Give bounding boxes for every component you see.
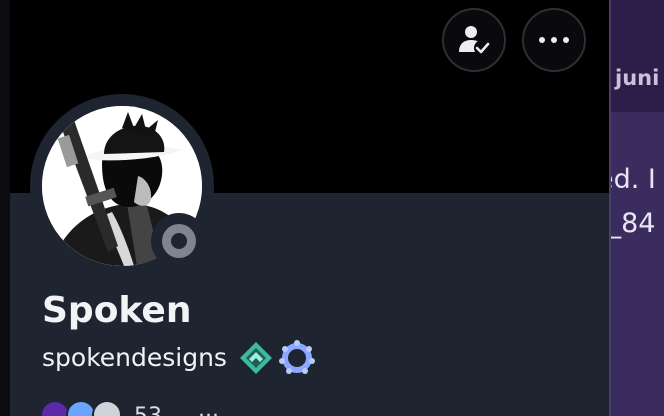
- quest-badge-icon[interactable]: [238, 340, 274, 376]
- background-chat-panel: juni 2 ed. I t_84: [597, 0, 664, 416]
- date-divider: [611, 0, 664, 112]
- friend-check-icon: [459, 26, 490, 56]
- date-label: juni 2: [615, 66, 664, 90]
- friend-status-button[interactable]: [442, 8, 506, 72]
- left-sidebar-edge: [0, 0, 10, 416]
- display-name: Spoken: [42, 290, 192, 331]
- mutuals-label: 53 … ··· …: [134, 404, 248, 416]
- card-edge: [609, 0, 611, 416]
- mutual-avatar: [92, 400, 122, 416]
- more-dots-icon: [539, 37, 569, 43]
- nitro-badge-icon[interactable]: [279, 340, 315, 376]
- more-options-button[interactable]: [522, 8, 586, 72]
- username[interactable]: spokendesigns: [42, 343, 227, 372]
- profile-card: Spoken spokendesigns 53 … ··· …: [10, 0, 611, 416]
- mutual-servers-row[interactable]: 53 … ··· …: [40, 400, 340, 416]
- status-indicator-hole: [171, 233, 187, 249]
